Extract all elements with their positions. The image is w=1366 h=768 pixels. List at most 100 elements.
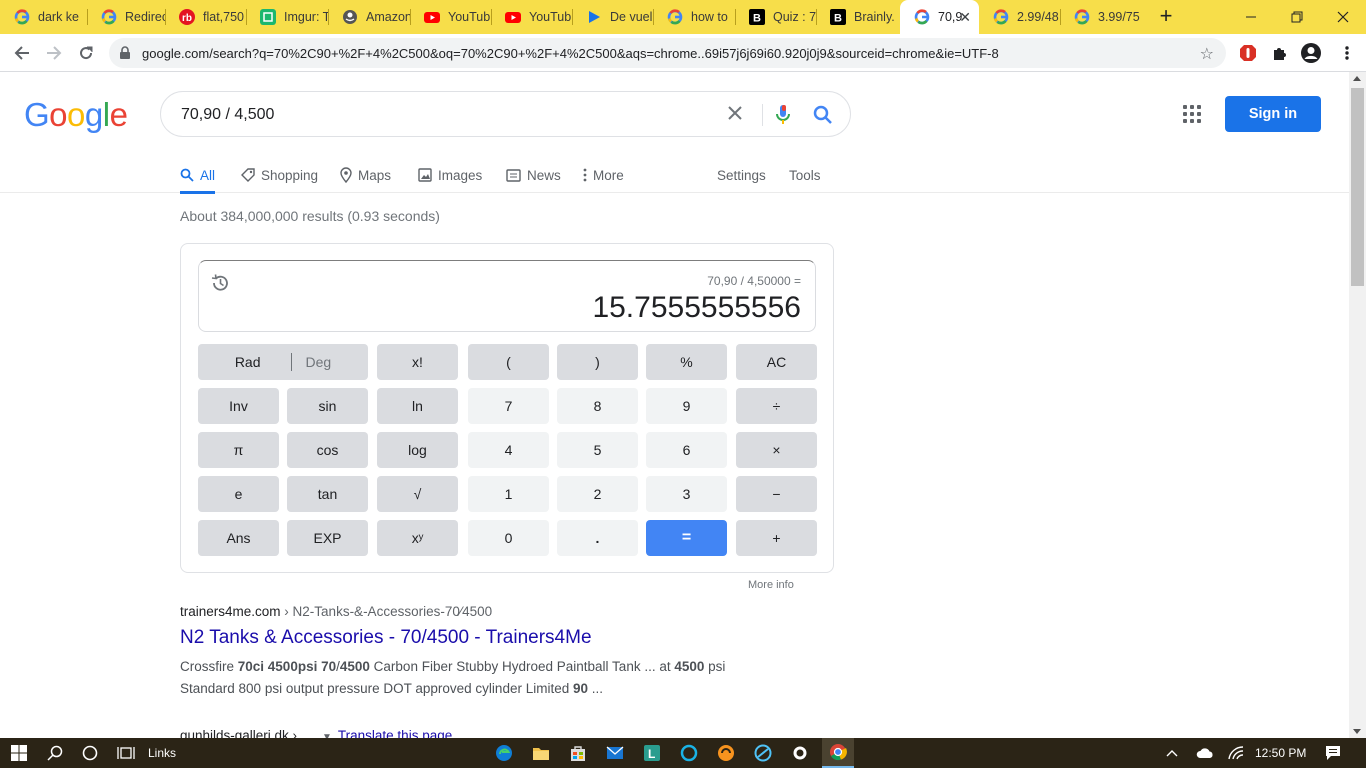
scroll-thumb[interactable]: [1351, 88, 1364, 286]
browser-tab[interactable]: YouTub: [491, 0, 572, 34]
taskbar-search-button[interactable]: [44, 738, 66, 768]
calc-key-exp[interactable]: EXP: [287, 520, 368, 556]
calc-key-equals[interactable]: =: [646, 520, 727, 556]
browser-tab[interactable]: B Quiz : 7: [735, 0, 816, 34]
browser-menu-button[interactable]: [1336, 42, 1358, 64]
history-button[interactable]: [210, 273, 230, 298]
calc-key-answer[interactable]: Ans: [198, 520, 279, 556]
browser-tab[interactable]: YouTub: [410, 0, 491, 34]
action-center-button[interactable]: [1321, 738, 1345, 768]
calc-key-pi[interactable]: π: [198, 432, 279, 468]
wifi-button[interactable]: [1226, 738, 1248, 768]
sign-in-button[interactable]: Sign in: [1225, 96, 1321, 132]
mail-app-button[interactable]: [604, 738, 626, 768]
calc-key-sin[interactable]: sin: [287, 388, 368, 424]
onedrive-button[interactable]: [1194, 738, 1216, 768]
settings-app-button[interactable]: [789, 738, 811, 768]
calc-key-ln[interactable]: ln: [377, 388, 458, 424]
store-app-button[interactable]: [567, 738, 589, 768]
address-bar[interactable]: google.com/search?q=70%2C90+%2F+4%2C500&…: [109, 38, 1226, 68]
edge-app-button[interactable]: [493, 738, 515, 768]
tab-all[interactable]: All: [180, 157, 216, 194]
extensions-button[interactable]: [1269, 42, 1291, 64]
browser-tab[interactable]: Amazon: [328, 0, 410, 34]
page-scrollbar[interactable]: [1349, 72, 1366, 738]
tab-shopping[interactable]: Shopping: [241, 157, 318, 193]
calc-key-digit-6[interactable]: 6: [646, 432, 727, 468]
calc-key-divide[interactable]: ÷: [736, 388, 817, 424]
clock[interactable]: 12:50 PM: [1255, 746, 1306, 760]
calc-key-close-paren[interactable]: ): [557, 344, 638, 380]
show-hidden-icons-button[interactable]: [1162, 738, 1182, 768]
task-view-button[interactable]: [115, 738, 137, 768]
file-explorer-button[interactable]: [530, 738, 552, 768]
calc-key-subtract[interactable]: −: [736, 476, 817, 512]
calc-key-digit-5[interactable]: 5: [557, 432, 638, 468]
tab-tools[interactable]: Tools: [789, 157, 821, 193]
calc-key-digit-2[interactable]: 2: [557, 476, 638, 512]
calc-key-add[interactable]: +: [736, 520, 817, 556]
app-l-button[interactable]: L: [641, 738, 663, 768]
calc-key-sqrt[interactable]: √: [377, 476, 458, 512]
calc-key-digit-9[interactable]: 9: [646, 388, 727, 424]
minimize-button[interactable]: [1228, 0, 1274, 34]
scroll-up-arrow-icon[interactable]: [1353, 76, 1361, 81]
browser-tab[interactable]: 2.99/48: [979, 0, 1060, 34]
calc-key-factorial[interactable]: x!: [377, 344, 458, 380]
close-window-button[interactable]: [1320, 0, 1366, 34]
scroll-down-arrow-icon[interactable]: [1353, 729, 1361, 734]
more-info-link[interactable]: More info: [748, 579, 794, 591]
calc-key-decimal[interactable]: .: [557, 520, 638, 556]
start-button[interactable]: [8, 738, 30, 768]
result-citation[interactable]: trainers4me.com › N2-Tanks-&-Accessories…: [180, 604, 492, 619]
calc-key-percent[interactable]: %: [646, 344, 727, 380]
browser-tab[interactable]: how to: [653, 0, 735, 34]
calc-key-all-clear[interactable]: AC: [736, 344, 817, 380]
search-box[interactable]: 70,90 / 4,500: [160, 91, 851, 137]
calc-key-cos[interactable]: cos: [287, 432, 368, 468]
calc-key-inverse[interactable]: Inv: [198, 388, 279, 424]
rad-option[interactable]: Rad: [235, 354, 261, 370]
browser-tab[interactable]: Imgur: T: [246, 0, 328, 34]
result-title-link[interactable]: N2 Tanks & Accessories - 70/4500 - Train…: [180, 627, 592, 649]
calc-key-power[interactable]: xʸ: [377, 520, 458, 556]
browser-tab[interactable]: dark ke: [0, 0, 87, 34]
cortana-button[interactable]: [79, 738, 101, 768]
tab-more[interactable]: More: [583, 157, 624, 193]
calc-key-digit-3[interactable]: 3: [646, 476, 727, 512]
close-tab-icon[interactable]: ✕: [959, 9, 971, 26]
back-button[interactable]: [9, 40, 35, 66]
calc-key-digit-0[interactable]: 0: [468, 520, 549, 556]
calc-key-digit-4[interactable]: 4: [468, 432, 549, 468]
calc-key-euler[interactable]: e: [198, 476, 279, 512]
voice-search-button[interactable]: [771, 103, 795, 132]
calc-key-open-paren[interactable]: (: [468, 344, 549, 380]
browser-tab[interactable]: B Brainly.: [816, 0, 898, 34]
tab-images[interactable]: Images: [418, 157, 482, 193]
tab-settings[interactable]: Settings: [717, 157, 766, 193]
search-button[interactable]: [811, 103, 835, 132]
calc-key-digit-7[interactable]: 7: [468, 388, 549, 424]
app-orange-button[interactable]: [715, 738, 737, 768]
tab-maps[interactable]: Maps: [340, 157, 391, 193]
rad-deg-toggle[interactable]: Rad Deg: [198, 344, 368, 380]
new-tab-button[interactable]: +: [1154, 5, 1178, 29]
clear-search-button[interactable]: [723, 102, 747, 126]
restore-button[interactable]: [1274, 0, 1320, 34]
calc-key-multiply[interactable]: ×: [736, 432, 817, 468]
deg-option[interactable]: Deg: [306, 354, 332, 370]
app-circle-button[interactable]: [678, 738, 700, 768]
extension-adblock-button[interactable]: [1237, 42, 1259, 64]
calc-key-digit-1[interactable]: 1: [468, 476, 549, 512]
calc-key-tan[interactable]: tan: [287, 476, 368, 512]
tab-news[interactable]: News: [506, 157, 561, 193]
google-apps-icon[interactable]: [1182, 104, 1204, 126]
calc-key-log[interactable]: log: [377, 432, 458, 468]
browser-tab[interactable]: Redirec: [87, 0, 165, 34]
browser-tab[interactable]: rb flat,750: [165, 0, 246, 34]
bookmark-star-icon[interactable]: ☆: [1200, 44, 1214, 64]
forward-button[interactable]: [41, 40, 67, 66]
browser-tab[interactable]: 70,9 ✕: [900, 0, 979, 34]
browser-tab[interactable]: De vuel: [572, 0, 653, 34]
search-input[interactable]: 70,90 / 4,500: [181, 106, 274, 124]
